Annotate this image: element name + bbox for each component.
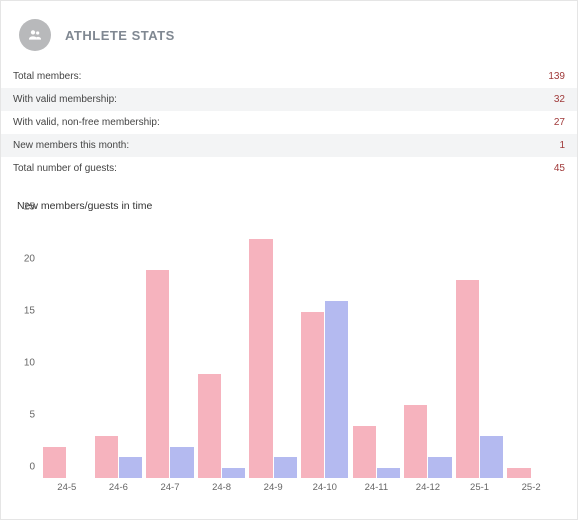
bar-group [41, 218, 93, 478]
x-tick: 24-8 [196, 482, 248, 493]
x-tick: 24-11 [351, 482, 403, 493]
x-tick: 24-6 [93, 482, 145, 493]
bar-guests [325, 301, 348, 478]
stat-label: With valid, non-free membership: [13, 117, 160, 128]
x-tick: 24-7 [144, 482, 196, 493]
stat-label: Total members: [13, 71, 81, 82]
bar-group [93, 218, 145, 478]
y-tick: 15 [13, 306, 35, 317]
x-tick: 24-10 [299, 482, 351, 493]
bar-guests [428, 457, 451, 478]
bars-container [41, 218, 557, 478]
x-axis: 24-524-624-724-824-924-1024-1124-1225-12… [41, 482, 557, 493]
stat-value: 139 [548, 71, 565, 82]
bar-members [404, 405, 427, 478]
stat-label: Total number of guests: [13, 163, 117, 174]
athlete-stats-card: ATHLETE STATS Total members: 139 With va… [0, 0, 578, 520]
bar-guests [222, 468, 245, 478]
y-tick: 0 [13, 462, 35, 473]
bar-group [247, 218, 299, 478]
chart-section: New members/guests in time 0510152025 24… [1, 180, 577, 497]
chart-title: New members/guests in time [13, 190, 565, 218]
y-tick: 10 [13, 358, 35, 369]
stat-value: 45 [554, 163, 565, 174]
bar-group [402, 218, 454, 478]
stats-table: Total members: 139 With valid membership… [1, 65, 577, 180]
x-tick: 25-1 [454, 482, 506, 493]
stat-row: With valid, non-free membership: 27 [1, 111, 577, 134]
card-title: ATHLETE STATS [65, 28, 175, 43]
bar-group [299, 218, 351, 478]
stat-row: With valid membership: 32 [1, 88, 577, 111]
stat-value: 1 [559, 140, 565, 151]
bar-group [144, 218, 196, 478]
stat-value: 27 [554, 117, 565, 128]
y-tick: 25 [13, 202, 35, 213]
bar-group [454, 218, 506, 478]
card-header: ATHLETE STATS [1, 1, 577, 65]
bar-guests [274, 457, 297, 478]
bar-members [249, 239, 272, 478]
y-tick: 20 [13, 254, 35, 265]
stat-row: New members this month: 1 [1, 134, 577, 157]
y-tick: 5 [13, 410, 35, 421]
bar-group [505, 218, 557, 478]
bar-guests [170, 447, 193, 478]
bar-members [507, 468, 530, 478]
x-tick: 24-5 [41, 482, 93, 493]
bar-members [456, 280, 479, 478]
bar-guests [377, 468, 400, 478]
stat-row: Total members: 139 [1, 65, 577, 88]
x-tick: 25-2 [505, 482, 557, 493]
bar-members [198, 374, 221, 478]
stat-row: Total number of guests: 45 [1, 157, 577, 180]
stat-value: 32 [554, 94, 565, 105]
bar-group [351, 218, 403, 478]
bar-members [301, 312, 324, 478]
stat-label: With valid membership: [13, 94, 117, 105]
x-tick: 24-9 [247, 482, 299, 493]
bar-guests [119, 457, 142, 478]
x-tick: 24-12 [402, 482, 454, 493]
group-icon [19, 19, 51, 51]
bar-members [43, 447, 66, 478]
bar-members [95, 436, 118, 478]
bar-guests [480, 436, 503, 478]
bar-group [196, 218, 248, 478]
chart-plot: 0510152025 [41, 218, 557, 478]
bar-members [353, 426, 376, 478]
bar-members [146, 270, 169, 478]
stat-label: New members this month: [13, 140, 129, 151]
